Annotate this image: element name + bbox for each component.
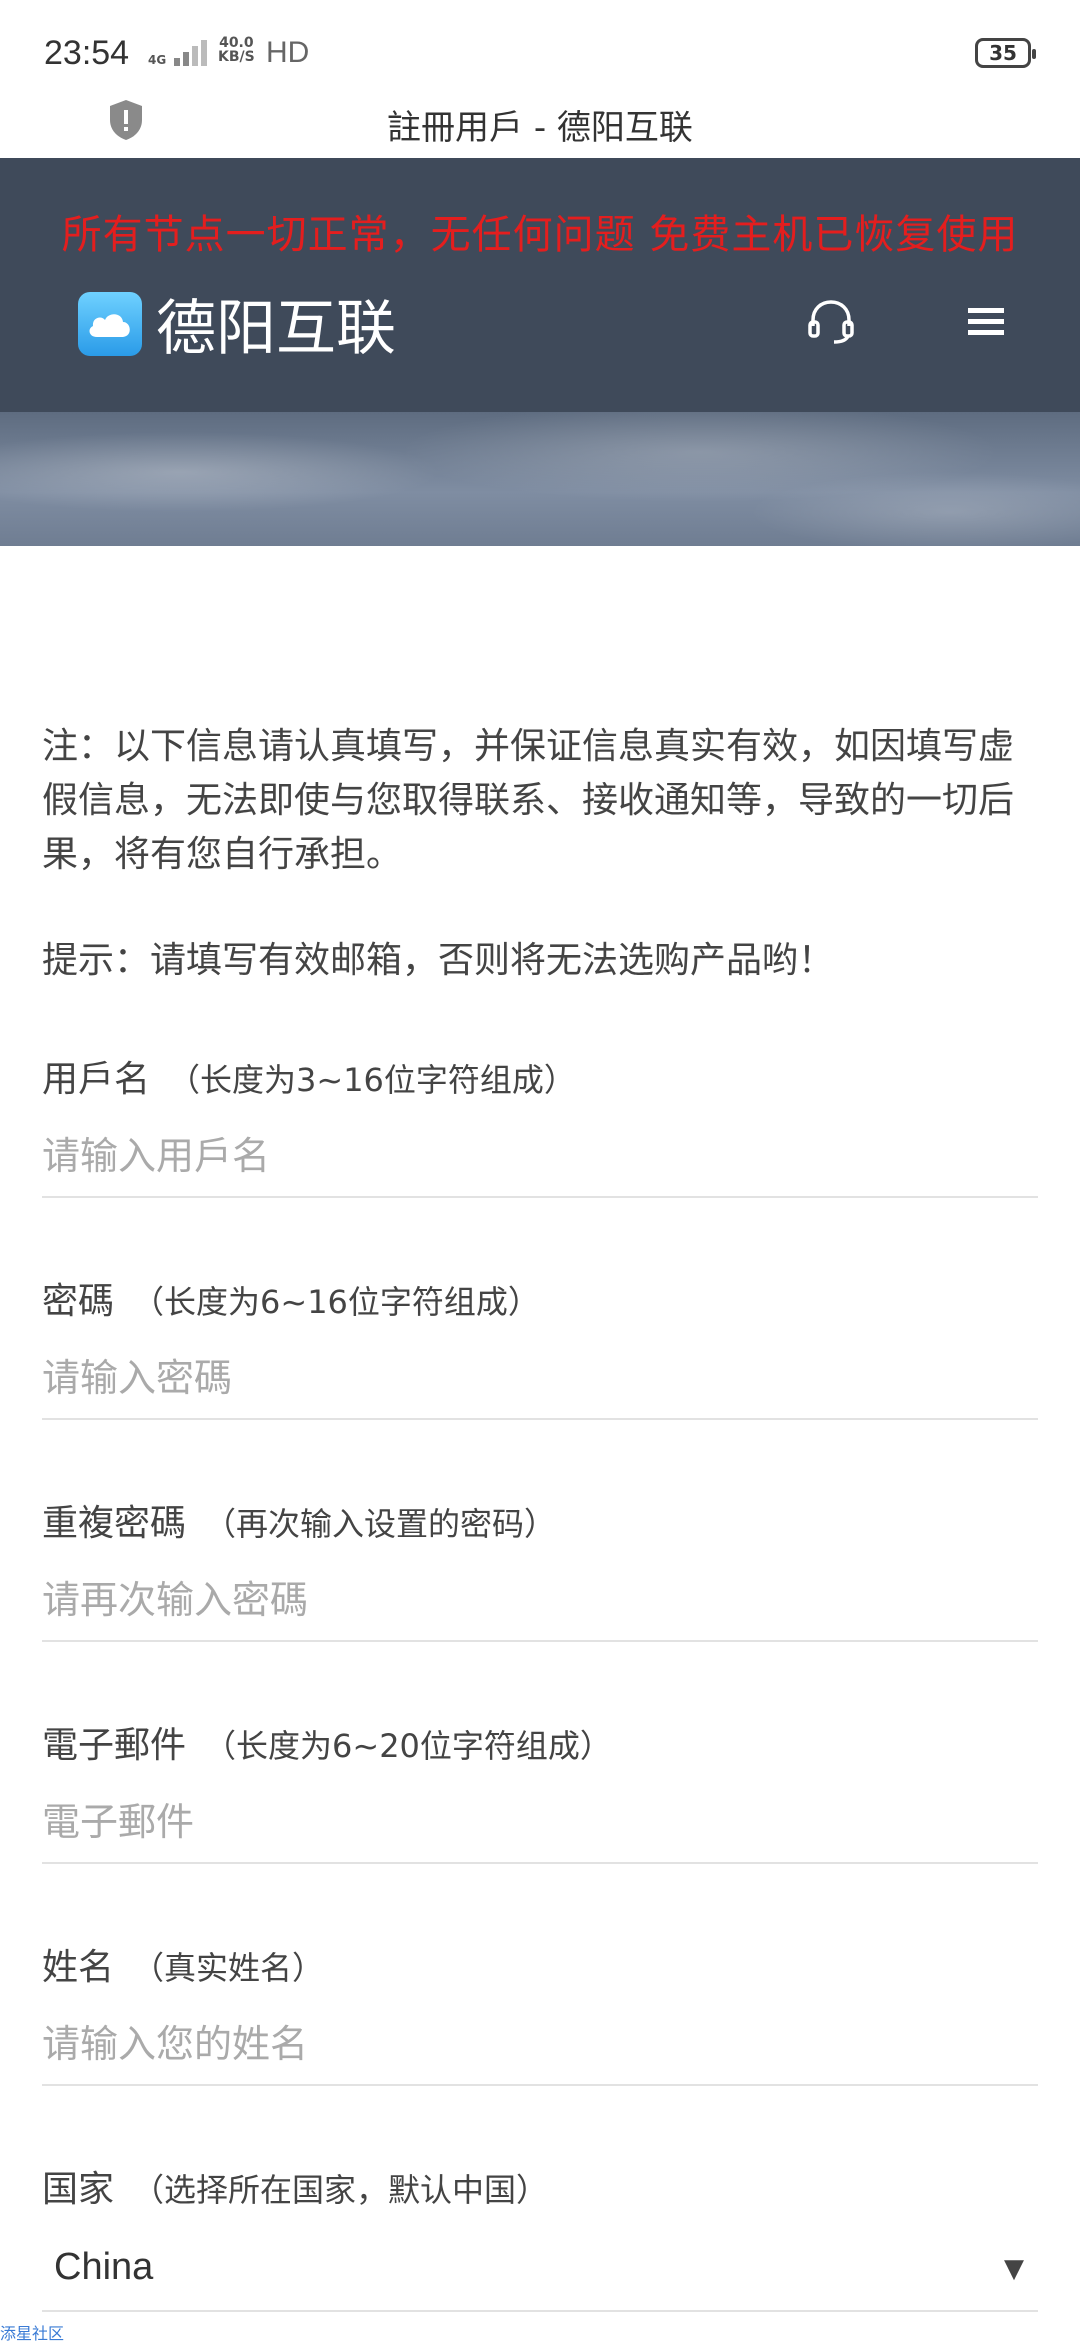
country-label-text: 国家 xyxy=(42,2169,115,2210)
country-select[interactable]: China ▼ xyxy=(42,2232,1038,2312)
cloud-logo-icon xyxy=(78,291,142,356)
battery-level: 35 xyxy=(989,41,1017,65)
form-notes: 注：以下信息请认真填写，并保证信息真实有效，如因填写虚假信息，无法即使与您取得联… xyxy=(42,720,1040,988)
name-field: 姓名 （真实姓名） xyxy=(42,1938,1038,2086)
site-header: 所有节点一切正常，无任何问题 免费主机已恢复使用 德阳互联 xyxy=(0,158,1080,412)
network-speed: 40.0 KB/S xyxy=(218,36,255,64)
note-text: 注：以下信息请认真填写，并保证信息真实有效，如因填写虚假信息，无法即使与您取得联… xyxy=(42,726,1015,875)
confirm-password-field: 重複密碼 （再次输入设置的密码） xyxy=(42,1494,1038,1642)
country-field: 国家 （选择所在国家，默认中国） China ▼ xyxy=(42,2160,1038,2312)
username-field: 用戶名 （长度为3~16位字符组成） xyxy=(42,1050,1038,1198)
speed-value: 40.0 xyxy=(219,35,254,51)
username-hint: （长度为3~16位字符组成） xyxy=(168,1061,576,1099)
email-label-text: 電子郵件 xyxy=(42,1725,187,1766)
status-bar: 23:54 4G 40.0 KB/S HD 35 xyxy=(0,0,1080,100)
status-time: 23:54 xyxy=(44,34,130,72)
country-selected-value: China xyxy=(54,2246,154,2288)
confirm-password-hint: （再次输入设置的密码） xyxy=(204,1505,557,1543)
speed-unit: KB/S xyxy=(218,49,255,65)
dropdown-arrow-icon: ▼ xyxy=(1004,2254,1024,2284)
password-hint: （长度为6~16位字符组成） xyxy=(132,1283,540,1321)
username-input[interactable] xyxy=(42,1132,1038,1198)
password-input[interactable] xyxy=(42,1354,1038,1420)
name-hint: （真实姓名） xyxy=(132,1949,325,1987)
page-title: 註冊用戶 - 德阳互联 xyxy=(387,108,693,148)
country-label: 国家 （选择所在国家，默认中国） xyxy=(42,2160,1038,2212)
notice-banner: 所有节点一切正常，无任何问题 免费主机已恢复使用 xyxy=(61,212,1019,258)
username-label-text: 用戶名 xyxy=(42,1059,151,1100)
hd-indicator: HD xyxy=(266,36,310,69)
menu-icon[interactable] xyxy=(966,306,1006,338)
network-type: 4G xyxy=(148,53,167,67)
signal-icon xyxy=(174,36,208,66)
password-field: 密碼 （长度为6~16位字符组成） xyxy=(42,1272,1038,1420)
confirm-password-input[interactable] xyxy=(42,1576,1038,1642)
logo-text: 德阳互联 xyxy=(156,294,396,364)
country-hint: （选择所在国家，默认中国） xyxy=(132,2171,549,2209)
password-label: 密碼 （长度为6~16位字符组成） xyxy=(42,1272,1038,1324)
confirm-password-label-text: 重複密碼 xyxy=(42,1503,187,1544)
watermark: 添星社区 xyxy=(0,2324,65,2343)
battery-icon: 35 xyxy=(975,38,1036,68)
email-hint: （长度为6~20位字符组成） xyxy=(204,1727,612,1765)
username-label: 用戶名 （长度为3~16位字符组成） xyxy=(42,1050,1038,1102)
browser-title-bar: 註冊用戶 - 德阳互联 xyxy=(0,88,1080,158)
site-logo[interactable]: 德阳互联 xyxy=(78,280,396,367)
name-label-text: 姓名 xyxy=(42,1947,115,1988)
email-label: 電子郵件 （长度为6~20位字符组成） xyxy=(42,1716,1038,1768)
tip-text: 提示：请填写有效邮箱，否则将无法选购产品哟！ xyxy=(42,940,835,981)
headset-support-icon[interactable] xyxy=(806,296,856,346)
name-label: 姓名 （真实姓名） xyxy=(42,1938,1038,1990)
name-input[interactable] xyxy=(42,2020,1038,2086)
network-indicator: 4G xyxy=(148,36,208,67)
password-label-text: 密碼 xyxy=(42,1281,115,1322)
confirm-password-label: 重複密碼 （再次输入设置的密码） xyxy=(42,1494,1038,1546)
header-banner-image xyxy=(0,412,1080,546)
email-field: 電子郵件 （长度为6~20位字符组成） xyxy=(42,1716,1038,1864)
email-input[interactable] xyxy=(42,1798,1038,1864)
